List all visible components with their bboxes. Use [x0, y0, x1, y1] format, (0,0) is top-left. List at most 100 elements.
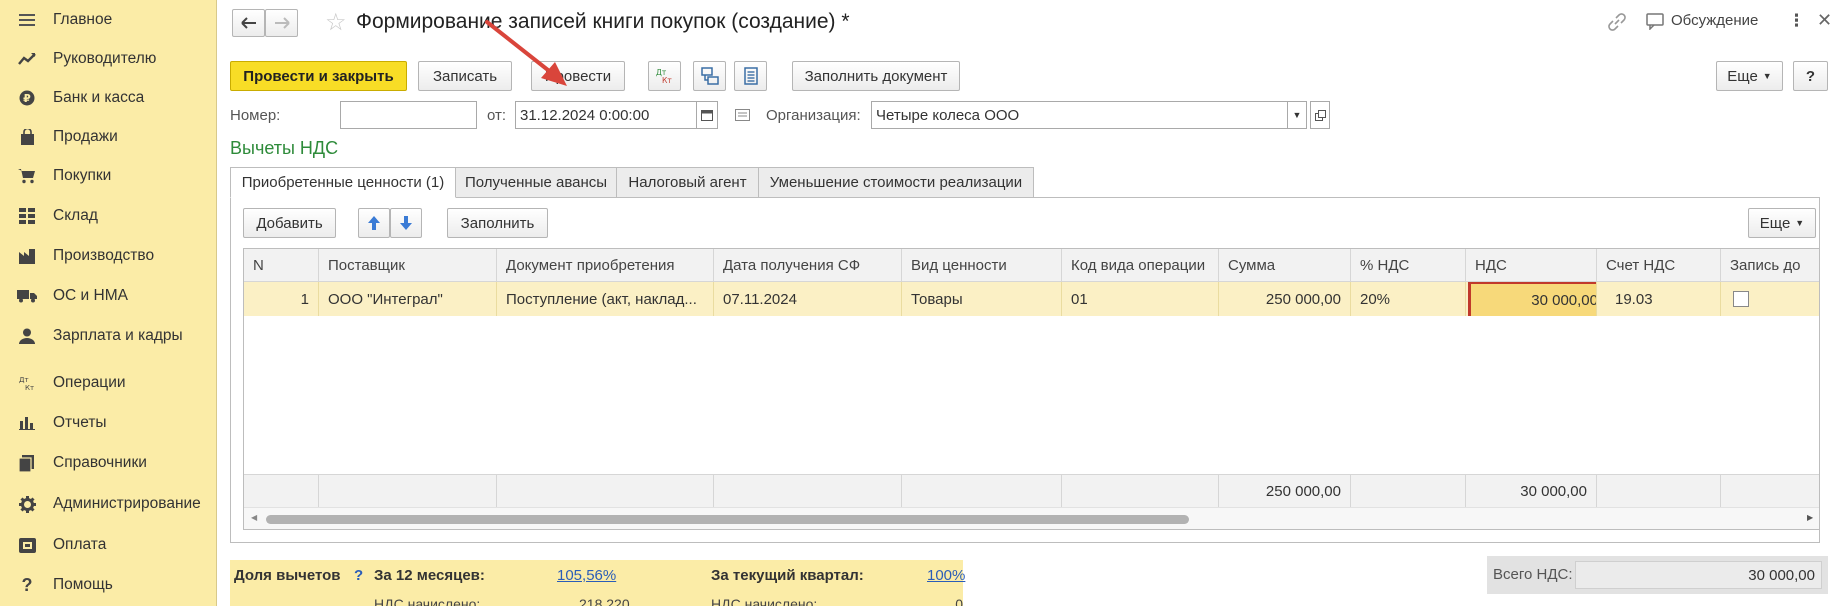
sidebar-item-operations[interactable]: Дт Кт Операции [0, 363, 217, 403]
column-header-vat-rate[interactable]: % НДС [1351, 249, 1466, 282]
main-area: ☆ Формирование записей книги покупок (со… [218, 0, 1838, 606]
footer-cell [1062, 474, 1219, 507]
move-up-button[interactable] [358, 208, 390, 238]
column-header-record[interactable]: Запись до [1721, 249, 1819, 282]
post-and-close-button[interactable]: Провести и закрыть [230, 61, 407, 91]
sidebar-item-sales[interactable]: Продажи [0, 117, 217, 157]
sidebar-item-payment[interactable]: Оплата [0, 525, 217, 565]
sidebar-item-assets[interactable]: ОС и НМА [0, 276, 217, 316]
calendar-button[interactable] [696, 101, 718, 129]
table-cell-supplier[interactable]: ООО "Интеграл" [319, 282, 497, 316]
back-button[interactable] [232, 9, 265, 37]
data-table[interactable]: N Поставщик Документ приобретения Дата п… [243, 248, 1820, 530]
tab-tax-agent[interactable]: Налоговый агент [616, 167, 759, 198]
column-header-value-kind[interactable]: Вид ценности [902, 249, 1062, 282]
close-icon[interactable]: ✕ [1817, 10, 1832, 31]
move-down-button[interactable] [390, 208, 422, 238]
sidebar-item-references[interactable]: Справочники [0, 443, 217, 483]
discussion-link[interactable]: Обсуждение [1671, 12, 1758, 29]
add-button[interactable]: Добавить [243, 208, 336, 238]
sidebar-item-label: Администрирование [53, 495, 201, 512]
document-list-icon [743, 67, 758, 85]
report-button[interactable] [734, 61, 767, 91]
column-header-invoice-date[interactable]: Дата получения СФ [714, 249, 902, 282]
sidebar-item-main[interactable]: Главное [0, 0, 217, 40]
question-icon: ? [21, 574, 33, 595]
discussion-icon[interactable] [1646, 13, 1664, 34]
caret-down-icon: ▼ [1795, 218, 1805, 228]
organization-field[interactable]: Четыре колеса ООО [871, 101, 1289, 129]
page-title: Формирование записей книги покупок (созд… [356, 10, 850, 33]
calendar-icon [701, 110, 713, 121]
sidebar-item-warehouse[interactable]: Склад [0, 196, 217, 236]
column-header-sum[interactable]: Сумма [1219, 249, 1351, 282]
scrollbar-thumb[interactable] [266, 515, 1189, 524]
sidebar-item-reports[interactable]: Отчеты [0, 403, 217, 443]
tab-acquired-values[interactable]: Приобретенные ценности (1) [230, 167, 456, 198]
table-cell-document[interactable]: Поступление (акт, наклад... [497, 282, 714, 316]
sidebar-item-manager[interactable]: Руководителю [0, 39, 217, 79]
table-cell-vat-account[interactable]: 19.03 [1597, 282, 1721, 316]
help-question-icon[interactable]: ? [354, 567, 363, 584]
footer-cell [319, 474, 497, 507]
open-organization-button[interactable] [1310, 101, 1330, 129]
dropdown-button[interactable]: ▼ [1287, 101, 1307, 129]
more-button[interactable]: Еще ▼ [1716, 61, 1783, 91]
horizontal-scrollbar[interactable]: ◀ ▶ [244, 507, 1819, 529]
help-button[interactable]: ? [1793, 61, 1828, 91]
footer-cell [714, 474, 902, 507]
sidebar-item-admin[interactable]: Администрирование [0, 484, 217, 524]
sidebar-item-salary[interactable]: Зарплата и кадры [0, 316, 217, 356]
table-cell-vat-rate[interactable]: 20% [1351, 282, 1466, 316]
tab-received-advances[interactable]: Полученные авансы [455, 167, 617, 198]
record-checkbox[interactable] [1733, 291, 1749, 307]
link-icon[interactable] [1607, 12, 1627, 36]
arrow-right-icon [274, 17, 290, 29]
structure-button[interactable] [693, 61, 726, 91]
column-header-operation-code[interactable]: Код вида операции [1062, 249, 1219, 282]
table-cell-n[interactable]: 1 [244, 282, 319, 316]
date-field[interactable]: 31.12.2024 0:00:00 [515, 101, 698, 129]
comment-icon[interactable] [735, 108, 750, 125]
footer-cell [1597, 474, 1721, 507]
table-cell-vat[interactable]: 30 000,00 [1468, 282, 1596, 316]
scroll-left-icon[interactable]: ◀ [251, 513, 257, 522]
table-cell-vat-wrap: 30 000,00 [1466, 282, 1597, 316]
table-cell-invoice-date[interactable]: 07.11.2024 [714, 282, 902, 316]
svg-text:Кт: Кт [25, 384, 34, 391]
sidebar-item-help[interactable]: ? Помощь [0, 565, 217, 605]
table-cell-sum[interactable]: 250 000,00 [1219, 282, 1351, 316]
table-cell-operation-code[interactable]: 01 [1062, 282, 1219, 316]
dt-kt-button[interactable]: Дт Кт [648, 61, 681, 91]
table-more-button[interactable]: Еще ▼ [1748, 208, 1816, 238]
months-value-link[interactable]: 105,56% [557, 567, 616, 584]
accrued-label: НДС начислено: [374, 596, 481, 606]
column-header-vat[interactable]: НДС [1466, 249, 1597, 282]
fill-button[interactable]: Заполнить [447, 208, 548, 238]
number-field[interactable] [340, 101, 477, 129]
column-header-document[interactable]: Документ приобретения [497, 249, 714, 282]
sidebar-item-purchases[interactable]: Покупки [0, 156, 217, 196]
ruble-coin-icon: ₽ [17, 88, 37, 108]
sidebar-item-production[interactable]: Производство [0, 236, 217, 276]
payment-icon [17, 535, 37, 555]
fill-document-button[interactable]: Заполнить документ [792, 61, 960, 91]
total-vat-label: Всего НДС: [1493, 566, 1573, 583]
column-header-n[interactable]: N [244, 249, 319, 282]
column-header-vat-account[interactable]: Счет НДС [1597, 249, 1721, 282]
scroll-right-icon[interactable]: ▶ [1807, 513, 1813, 522]
bar-chart-icon [17, 413, 37, 433]
tab-sales-cost-reduction[interactable]: Уменьшение стоимости реализации [758, 167, 1034, 198]
more-vert-icon[interactable]: ⋮ [1788, 11, 1805, 31]
column-header-supplier[interactable]: Поставщик [319, 249, 497, 282]
svg-text:Кт: Кт [662, 76, 672, 85]
table-cell-value-kind[interactable]: Товары [902, 282, 1062, 316]
sidebar-item-label: ОС и НМА [53, 287, 128, 304]
arrow-up-icon [368, 216, 380, 230]
sidebar-item-bank[interactable]: ₽ Банк и касса [0, 78, 217, 118]
quarter-value-link[interactable]: 100% [927, 567, 965, 584]
deduction-share-label: Доля вычетов [234, 567, 341, 584]
forward-button[interactable] [265, 9, 298, 37]
star-favorite-icon[interactable]: ☆ [325, 8, 347, 37]
caret-down-icon: ▼ [1292, 110, 1302, 120]
